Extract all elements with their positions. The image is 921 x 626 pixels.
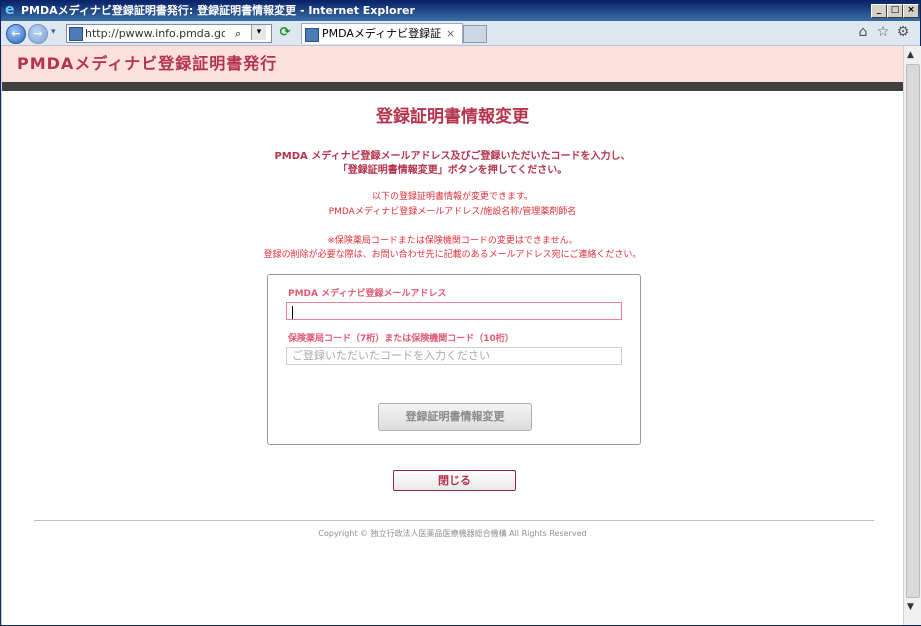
home-icon[interactable]: ⌂ [855, 24, 871, 40]
instruction-line-1: PMDA メディナビ登録メールアドレス及びご登録いただいたコードを入力し、 [274, 151, 631, 162]
email-field[interactable] [286, 302, 622, 320]
browser-tab[interactable]: PMDAメディナビ登録証明書... × [301, 23, 463, 44]
forward-button[interactable]: → [28, 24, 48, 44]
browser-window: e PMDAメディナビ登録証明書発行: 登録証明書情報変更 - Internet… [0, 0, 921, 626]
title-bar: e PMDAメディナビ登録証明書発行: 登録証明書情報変更 - Internet… [1, 1, 920, 21]
instruction-line-2: 「登録証明書情報変更」ボタンを押してください。 [337, 165, 568, 176]
minimize-button[interactable]: _ [871, 4, 887, 18]
close-button[interactable]: 閉じる [393, 470, 516, 491]
site-favicon-icon [69, 27, 83, 41]
vertical-scrollbar[interactable]: ▲ ▼ [903, 46, 921, 625]
code-field[interactable] [286, 347, 622, 365]
text-caret [292, 306, 293, 319]
tab-label: PMDAメディナビ登録証明書... [322, 27, 442, 40]
scroll-up-icon[interactable]: ▲ [907, 50, 914, 60]
address-url[interactable]: http://pwww.info.pmda.go.jp/push/Certi [85, 26, 225, 41]
navigation-bar: ← → ▾ http://pwww.info.pmda.go.jp/push/C… [1, 21, 920, 46]
copyright-text: Copyright © 独立行政法人医薬品医療機器総合機構 All Rights… [318, 529, 587, 538]
certificate-form: PMDA メディナビ登録メールアドレス 保険薬局コード（7桁）または保険機関コー… [267, 274, 641, 445]
tab-close-icon[interactable]: × [446, 27, 455, 41]
footer-divider [34, 520, 874, 521]
change-certificate-button[interactable]: 登録証明書情報変更 [378, 403, 532, 431]
address-bar[interactable]: http://pwww.info.pmda.go.jp/push/Certi ⌕… [66, 24, 272, 43]
note-line-2: PMDAメディナビ登録メールアドレス/施設名称/管理薬剤師名 [328, 207, 577, 217]
page-title: 登録証明書情報変更 [376, 107, 529, 127]
favorites-icon[interactable]: ☆ [875, 24, 891, 40]
site-header: PMDAメディナビ登録証明書発行 [2, 46, 903, 82]
address-dropdown-icon[interactable]: ▾ [251, 25, 266, 40]
note-line-4: 登録の削除が必要な際は、お問い合わせ先に記載のあるメールアドレス宛にご連絡くださ… [263, 250, 642, 260]
new-tab-button[interactable] [463, 25, 487, 43]
close-window-button[interactable]: × [903, 4, 919, 18]
email-label: PMDA メディナビ登録メールアドレス [288, 289, 447, 299]
header-divider [2, 82, 903, 91]
window-title: PMDAメディナビ登録証明書発行: 登録証明書情報変更 - Internet E… [21, 4, 415, 17]
page-viewport: PMDAメディナビ登録証明書発行 登録証明書情報変更 PMDA メディナビ登録メ… [2, 46, 903, 625]
internet-explorer-icon: e [5, 2, 15, 18]
site-title: PMDAメディナビ登録証明書発行 [17, 54, 278, 73]
back-button[interactable]: ← [6, 24, 26, 44]
history-dropdown-icon[interactable]: ▾ [51, 26, 56, 38]
refresh-icon[interactable]: ⟳ [277, 25, 293, 41]
scroll-down-icon[interactable]: ▼ [907, 602, 914, 612]
code-label: 保険薬局コード（7桁）または保険機関コード（10桁） [288, 334, 514, 344]
search-icon[interactable]: ⌕ [235, 26, 241, 41]
note-line-1: 以下の登録証明書情報が変更できます。 [371, 192, 534, 202]
maximize-button[interactable]: □ [887, 4, 903, 18]
scrollbar-thumb[interactable] [906, 64, 920, 598]
tools-gear-icon[interactable]: ⚙ [895, 24, 911, 40]
note-line-3: ※保険薬局コードまたは保険機関コードの変更はできません。 [327, 236, 578, 246]
tab-favicon-icon [305, 28, 319, 42]
